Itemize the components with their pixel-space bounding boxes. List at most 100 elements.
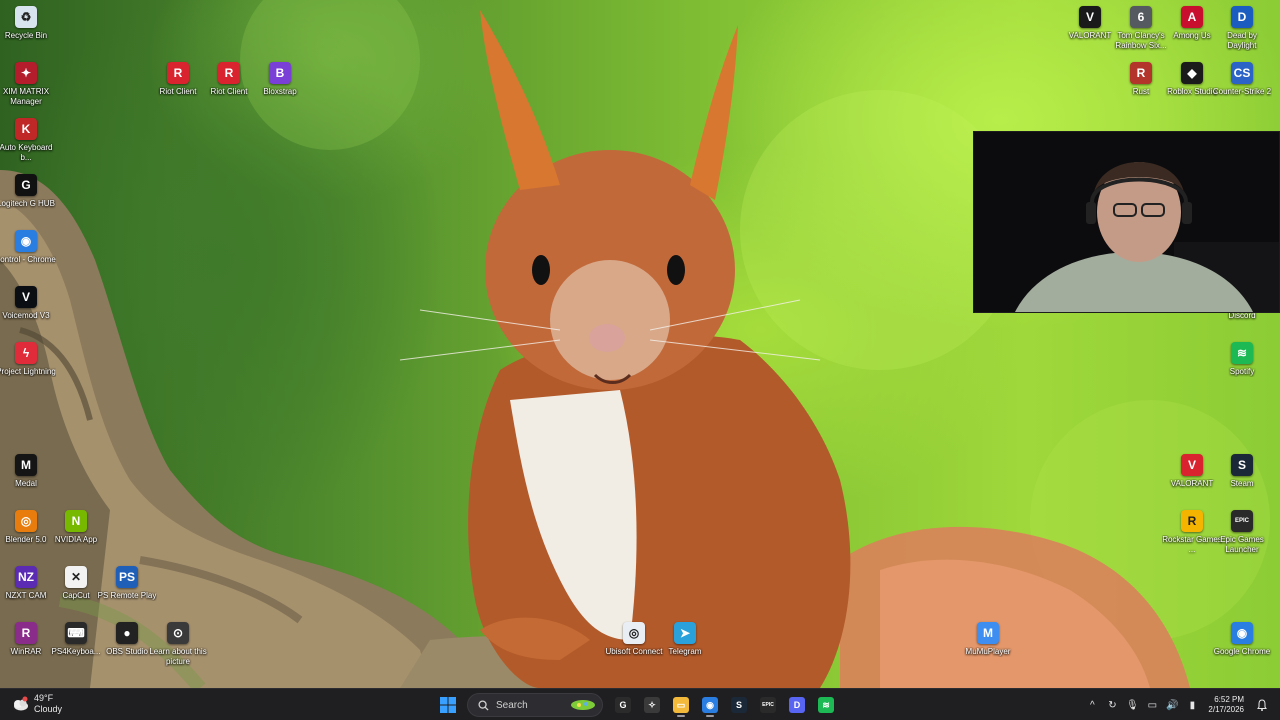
bell-icon[interactable] — [1252, 695, 1272, 715]
chrome-icon: ◉ — [1231, 622, 1253, 644]
pinned-apps: G ✧ ▭ ◉ S EPIC D ≋ — [609, 692, 841, 718]
desktop-shortcut-winrar[interactable]: R WinRAR — [0, 618, 52, 674]
g-app-icon: G — [615, 697, 631, 713]
ps-remote-play-icon: PS — [116, 566, 138, 588]
desktop-shortcut-label: Bloxstrap — [263, 87, 297, 96]
tray-icons: ^ ↻ 🎙 ▭ 🔊 ▮ — [1082, 695, 1202, 715]
recycle-bin-icon: ♻ — [15, 6, 37, 28]
chrome-icon: ◉ — [702, 697, 718, 713]
desktop-shortcut-bloxstrap[interactable]: B Bloxstrap — [254, 58, 306, 114]
epic-games-icon: EPIC — [760, 697, 776, 713]
obs-studio-icon: ● — [116, 622, 138, 644]
sync-icon[interactable]: ↻ — [1102, 695, 1122, 715]
search-icon — [478, 699, 489, 711]
volume-icon[interactable]: 🔊 — [1162, 695, 1182, 715]
taskbar-app-epic-games[interactable]: EPIC — [754, 692, 782, 718]
desktop-shortcut-label: MuMuPlayer — [965, 647, 1011, 656]
microphone-icon[interactable]: 🎙 — [1122, 695, 1142, 715]
desktop-shortcut-steam[interactable]: S Steam — [1216, 450, 1268, 506]
desktop-shortcut-epic-games[interactable]: EPIC Epic Games Launcher — [1216, 506, 1268, 562]
desktop-shortcut-chrome[interactable]: ◉ Google Chrome — [1214, 618, 1270, 674]
taskbar-app-settings-app[interactable]: ✧ — [638, 692, 666, 718]
mumuplayer-icon: M — [977, 622, 999, 644]
auto-keyboard-icon: K — [15, 118, 37, 140]
taskbar-center: Search G ✧ ▭ ◉ S EPIC D ≋ — [434, 692, 841, 718]
desktop-shortcut-rainbow-six[interactable]: 6 Tom Clancy's Rainbow Six... — [1115, 2, 1167, 58]
desktop-shortcut-dead-by-daylight[interactable]: D Dead by Daylight — [1216, 2, 1268, 58]
desktop-shortcut-recycle-bin[interactable]: ♻ Recycle Bin — [0, 2, 52, 58]
desktop-shortcut-label: Steam — [1230, 479, 1254, 488]
riot-client-icon: R — [218, 62, 240, 84]
desktop-shortcut-spotify[interactable]: ≋ Spotify — [1216, 338, 1268, 394]
weather-cloudy-icon — [10, 694, 30, 714]
desktop-shortcut-rust[interactable]: R Rust — [1115, 58, 1167, 114]
start-button[interactable] — [434, 692, 462, 718]
desktop-shortcut-label: Project Lightning — [0, 367, 56, 376]
desktop-shortcut-label: control - Chrome — [0, 255, 56, 264]
desktop-shortcut-telegram[interactable]: ➤ Telegram — [659, 618, 711, 674]
running-indicator — [706, 715, 714, 717]
ps4-keyboard-icon: ⌨ — [65, 622, 87, 644]
taskbar-app-discord[interactable]: D — [783, 692, 811, 718]
nvidia-icon: N — [65, 510, 87, 532]
desktop-shortcut-label: Epic Games Launcher — [1220, 535, 1264, 554]
spotify-icon: ≋ — [1231, 342, 1253, 364]
desktop-shortcut-label: Spotify — [1229, 367, 1255, 376]
desktop-shortcut-nvidia[interactable]: N NVIDIA App — [50, 506, 102, 562]
desktop-shortcut-xim-matrix[interactable]: ✦ XIM MATRIX Manager — [0, 58, 52, 114]
desktop-shortcut-logitech-ghub[interactable]: G Logitech G HUB — [0, 170, 55, 226]
desktop-shortcut-rockstar[interactable]: R Rockstar Games ... — [1162, 506, 1222, 562]
desktop-shortcut-auto-keyboard[interactable]: K Auto Keyboard b... — [0, 114, 52, 170]
taskbar-app-file-explorer[interactable]: ▭ — [667, 692, 695, 718]
desktop-shortcut-project-lightning[interactable]: ϟ Project Lightning — [0, 338, 56, 394]
desktop-shortcut-chrome[interactable]: ◉ control - Chrome — [0, 226, 56, 282]
taskbar-search-box[interactable]: Search — [467, 693, 603, 717]
voicemod-icon: V — [15, 286, 37, 308]
desktop-shortcut-capcut[interactable]: ✕ CapCut — [50, 562, 102, 618]
desktop-shortcut-nzxt-cam[interactable]: NZ NZXT CAM — [0, 562, 52, 618]
desktop-shortcut-label: Auto Keyboard b... — [0, 143, 53, 162]
desktop-shortcut-label: Voicemod V3 — [2, 311, 50, 320]
desktop-shortcut-ps4-keyboard[interactable]: ⌨ PS4Keyboa... — [50, 618, 102, 674]
weather-condition: Cloudy — [34, 704, 63, 714]
winrar-icon: R — [15, 622, 37, 644]
epic-games-icon: EPIC — [1231, 510, 1253, 532]
desktop-shortcut-counter-strike[interactable]: CS Counter-Strike 2 — [1213, 58, 1271, 114]
weather-temp: 49°F — [34, 693, 54, 703]
desktop-shortcut-medal[interactable]: M Medal — [0, 450, 52, 506]
desktop-shortcut-label: Medal — [15, 479, 37, 488]
battery-icon[interactable]: ▮ — [1182, 695, 1202, 715]
riot-client-icon: R — [167, 62, 189, 84]
desktop-shortcut-blender[interactable]: ◎ Blender 5.0 — [0, 506, 52, 562]
tray-overflow-chevron-icon[interactable]: ^ — [1082, 695, 1102, 715]
desktop-shortcut-valorant[interactable]: V VALORANT — [1166, 450, 1218, 506]
desktop-shortcut-among-us[interactable]: A Among Us — [1166, 2, 1218, 58]
steam-icon: S — [1231, 454, 1253, 476]
telegram-icon: ➤ — [674, 622, 696, 644]
desktop-shortcut-obs-studio[interactable]: ● OBS Studio — [101, 618, 153, 674]
bloxstrap-icon: B — [269, 62, 291, 84]
desktop-shortcut-mumuplayer[interactable]: M MuMuPlayer — [962, 618, 1014, 674]
taskbar: 49°F Cloudy Search G ✧ ▭ ◉ S EPIC D ≋ ^ … — [0, 688, 1280, 720]
network-icon[interactable]: ▭ — [1142, 695, 1162, 715]
weather-widget[interactable]: 49°F Cloudy — [10, 693, 62, 715]
desktop-shortcut-riot-client[interactable]: R Riot Client — [203, 58, 255, 114]
search-highlight-art-icon — [571, 700, 595, 710]
system-tray: ^ ↻ 🎙 ▭ 🔊 ▮ 6:52 PM 2/17/2026 — [1082, 689, 1280, 720]
clock[interactable]: 6:52 PM 2/17/2026 — [1208, 695, 1244, 715]
taskbar-app-spotify[interactable]: ≋ — [812, 692, 840, 718]
desktop-shortcut-roblox-studio[interactable]: ◆ Roblox Studio — [1166, 58, 1218, 114]
desktop-shortcut-learn-picture[interactable]: ⊙ Learn about this picture — [149, 618, 207, 674]
settings-app-icon: ✧ — [644, 697, 660, 713]
desktop-shortcut-ubisoft-connect[interactable]: ◎ Ubisoft Connect — [606, 618, 662, 674]
taskbar-app-chrome[interactable]: ◉ — [696, 692, 724, 718]
desktop-shortcut-voicemod[interactable]: V Voicemod V3 — [0, 282, 52, 338]
webcam-overlay[interactable] — [973, 131, 1280, 313]
desktop-shortcut-ps-remote-play[interactable]: PS PS Remote Play — [98, 562, 156, 618]
desktop-shortcut-riot-client[interactable]: R Riot Client — [152, 58, 204, 114]
nzxt-cam-icon: NZ — [15, 566, 37, 588]
desktop-shortcut-valorant[interactable]: V VALORANT — [1064, 2, 1116, 58]
taskbar-app-steam[interactable]: S — [725, 692, 753, 718]
blender-icon: ◎ — [15, 510, 37, 532]
taskbar-app-g-app[interactable]: G — [609, 692, 637, 718]
